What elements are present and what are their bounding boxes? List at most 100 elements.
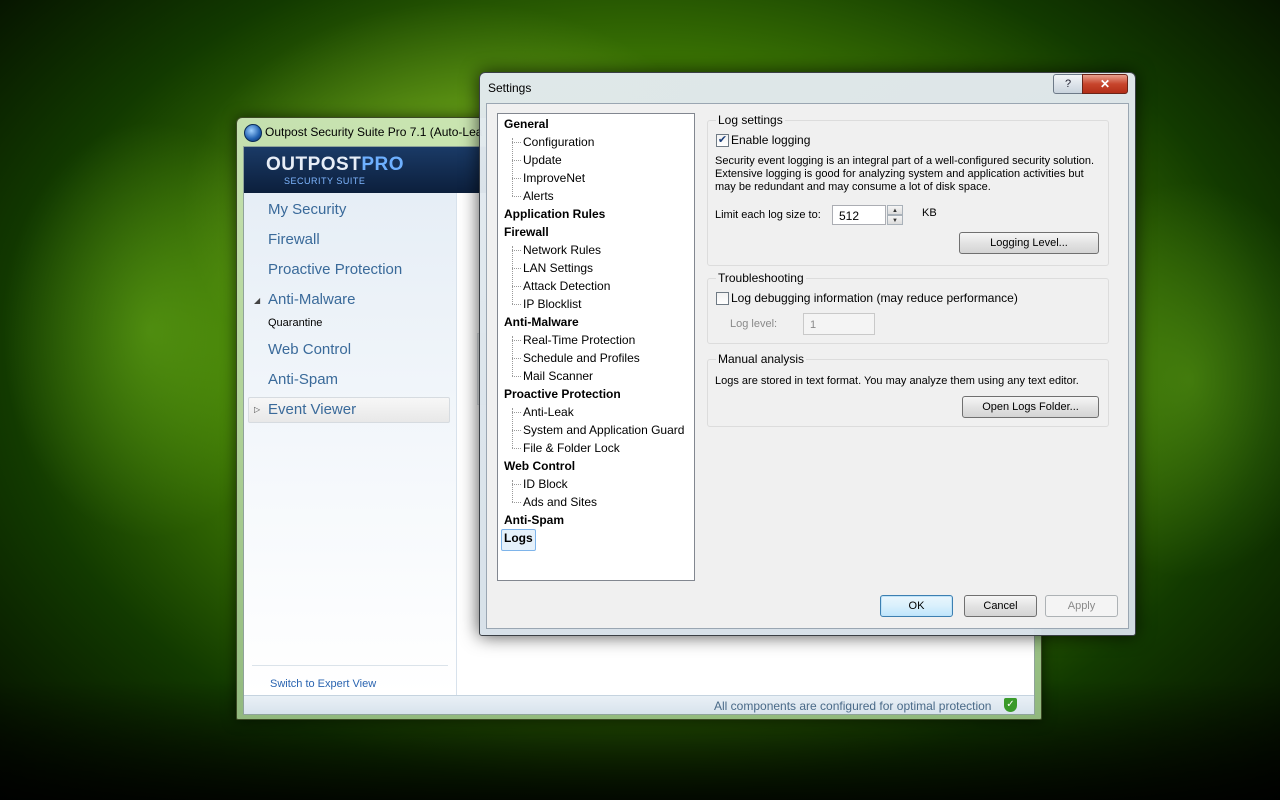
log-debug-checkbox[interactable]	[716, 292, 729, 305]
tree-connector	[512, 304, 521, 305]
nav-item-label: Event Viewer	[268, 401, 357, 418]
nav-item-firewall[interactable]: Firewall	[244, 227, 456, 253]
tree-connector	[512, 412, 521, 413]
tree-connector	[512, 138, 513, 196]
nav-item-web-control[interactable]: Web Control	[244, 337, 456, 363]
nav-item-my-security[interactable]: My Security	[244, 197, 456, 223]
tree-node-mail-scanner[interactable]: Mail Scanner	[523, 369, 593, 387]
collapsed-triangle-icon[interactable]: ▷	[254, 405, 260, 414]
brand-logo-pro: PRO	[361, 154, 405, 175]
tree-node-logs[interactable]: Logs	[501, 529, 536, 551]
manual-analysis-group: Manual analysis Logs are stored in text …	[707, 352, 1109, 427]
nav-item-label: Quarantine	[268, 317, 323, 329]
nav-item-event-viewer[interactable]: ▷ Event Viewer	[244, 397, 456, 423]
dialog-client-area: General Configuration Update ImproveNet …	[486, 103, 1129, 629]
main-window-title: Outpost Security Suite Pro 7.1 (Auto-Lea	[265, 125, 483, 139]
tree-connector	[512, 250, 521, 251]
description-line: Extensive logging is good for analyzing …	[715, 168, 1084, 180]
main-nav-panel: My Security Firewall Proactive Protectio…	[244, 193, 457, 695]
tree-connector	[512, 358, 521, 359]
log-description: Security event logging is an integral pa…	[715, 155, 1105, 194]
brand-logo-text: OUTPOST	[266, 154, 362, 175]
troubleshooting-group: Troubleshooting Log debugging informatio…	[707, 271, 1109, 344]
nav-item-proactive-protection[interactable]: Proactive Protection	[244, 257, 456, 283]
log-size-unit: KB	[922, 207, 937, 219]
shield-check-icon: ✓	[1004, 698, 1017, 712]
enable-logging-checkbox[interactable]: ✔	[716, 134, 729, 147]
settings-dialog: Settings ? ✕ General Configuration Updat…	[479, 72, 1136, 636]
manual-analysis-description: Logs are stored in text format. You may …	[715, 375, 1079, 387]
group-title: Manual analysis	[716, 352, 807, 366]
tree-connector	[512, 430, 521, 431]
tree-node-schedule-profiles[interactable]: Schedule and Profiles	[523, 351, 640, 369]
tree-node-attack-detection[interactable]: Attack Detection	[523, 279, 610, 297]
tree-connector	[512, 340, 521, 341]
tree-node-lan-settings[interactable]: LAN Settings	[523, 261, 593, 279]
tree-connector	[512, 448, 521, 449]
tree-node-web-control[interactable]: Web Control	[504, 459, 575, 477]
status-text: All components are configured for optima…	[714, 699, 992, 713]
tree-connector	[512, 502, 521, 503]
brand-subtitle: SECURITY SUITE	[284, 176, 366, 186]
dialog-title: Settings	[488, 81, 532, 95]
tree-connector	[512, 408, 513, 448]
switch-expert-view-link[interactable]: Switch to Expert View	[270, 678, 376, 690]
tree-node-file-folder-lock[interactable]: File & Folder Lock	[523, 441, 620, 459]
log-debug-label[interactable]: Log debugging information (may reduce pe…	[731, 291, 1018, 305]
spin-down-icon[interactable]: ▼	[887, 215, 903, 225]
log-settings-group: Log settings ✔ Enable logging Security e…	[707, 113, 1109, 266]
tree-node-system-app-guard[interactable]: System and Application Guard	[523, 423, 684, 441]
log-level-input[interactable]: 1	[803, 313, 875, 335]
tree-connector	[512, 142, 521, 143]
description-line: may be redundant and may consume a lot o…	[715, 181, 991, 193]
tree-node-configuration[interactable]: Configuration	[523, 135, 594, 153]
nav-item-label: Web Control	[268, 341, 352, 358]
limit-size-label: Limit each log size to:	[715, 209, 821, 221]
tree-node-real-time-protection[interactable]: Real-Time Protection	[523, 333, 635, 351]
status-bar: All components are configured for optima…	[244, 695, 1034, 714]
brand-header: OUTPOSTPRO SECURITY SUITE	[244, 147, 456, 193]
tree-node-anti-leak[interactable]: Anti-Leak	[523, 405, 574, 423]
tree-connector	[512, 376, 521, 377]
spin-up-icon[interactable]: ▲	[887, 205, 903, 215]
nav-item-label: Firewall	[268, 231, 320, 248]
tree-node-network-rules[interactable]: Network Rules	[523, 243, 601, 261]
nav-item-label: Anti-Spam	[268, 371, 339, 388]
enable-logging-label[interactable]: Enable logging	[731, 133, 810, 147]
tree-node-improvenet[interactable]: ImproveNet	[523, 171, 585, 189]
outpost-logo-icon	[244, 124, 262, 142]
expanded-triangle-icon[interactable]: ◢	[254, 296, 260, 305]
nav-item-quarantine[interactable]: Quarantine	[244, 311, 456, 337]
log-size-input[interactable]: 512	[832, 205, 886, 225]
tree-connector	[512, 178, 521, 179]
tree-connector	[512, 160, 521, 161]
tree-node-id-block[interactable]: ID Block	[523, 477, 568, 495]
tree-node-alerts[interactable]: Alerts	[523, 189, 554, 207]
tree-node-general[interactable]: General	[504, 117, 549, 135]
close-button[interactable]: ✕	[1082, 74, 1128, 94]
tree-connector	[512, 246, 513, 304]
tree-connector	[512, 336, 513, 376]
tree-node-ip-blocklist[interactable]: IP Blocklist	[523, 297, 581, 315]
nav-item-label: My Security	[268, 201, 347, 218]
tree-node-application-rules[interactable]: Application Rules	[504, 207, 605, 225]
tree-connector	[512, 286, 521, 287]
nav-divider	[252, 665, 448, 666]
tree-node-update[interactable]: Update	[523, 153, 562, 171]
help-button[interactable]: ?	[1053, 74, 1083, 94]
logging-level-button[interactable]: Logging Level...	[959, 232, 1099, 254]
group-title: Log settings	[716, 113, 785, 127]
open-logs-folder-button[interactable]: Open Logs Folder...	[962, 396, 1099, 418]
log-size-spinner: ▲ ▼	[887, 205, 903, 227]
nav-item-anti-spam[interactable]: Anti-Spam	[244, 367, 456, 393]
tree-node-proactive-protection[interactable]: Proactive Protection	[504, 387, 621, 405]
log-level-label: Log level:	[730, 318, 778, 330]
tree-node-ads-sites[interactable]: Ads and Sites	[523, 495, 597, 513]
settings-tree[interactable]: General Configuration Update ImproveNet …	[497, 113, 695, 581]
ok-button[interactable]: OK	[880, 595, 953, 617]
tree-node-anti-malware[interactable]: Anti-Malware	[504, 315, 579, 333]
tree-node-firewall[interactable]: Firewall	[504, 225, 549, 243]
nav-item-anti-malware[interactable]: ◢ Anti-Malware	[244, 287, 456, 313]
apply-button[interactable]: Apply	[1045, 595, 1118, 617]
cancel-button[interactable]: Cancel	[964, 595, 1037, 617]
